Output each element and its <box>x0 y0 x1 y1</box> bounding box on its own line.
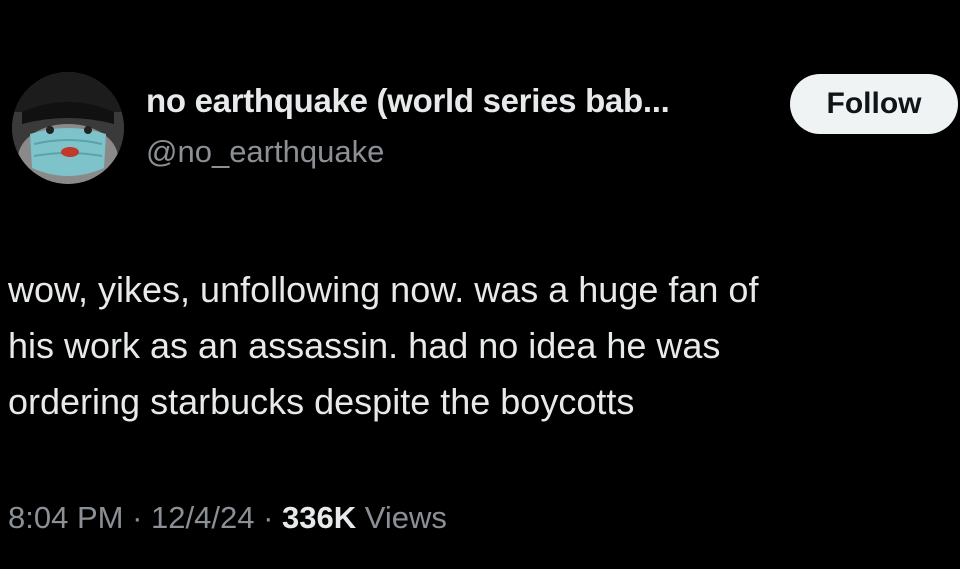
tweet-line: wow, yikes, unfollowing now. was a huge … <box>8 269 759 310</box>
user-handle[interactable]: @no_earthquake <box>146 134 384 170</box>
avatar[interactable] <box>12 72 124 184</box>
tweet-line: his work as an assassin. had no idea he … <box>8 325 721 366</box>
views-count: 336K <box>282 500 357 535</box>
tweet-text: wow, yikes, unfollowing now. was a huge … <box>8 262 948 430</box>
follow-button[interactable]: Follow <box>790 74 958 134</box>
display-name[interactable]: no earthquake (world series bab... <box>146 82 670 120</box>
tweet-meta: 8:04 PM · 12/4/24 · 336K Views <box>8 500 447 536</box>
tweet-date[interactable]: 12/4/24 <box>151 500 254 535</box>
masked-face-avatar-icon <box>12 72 124 184</box>
views-label: Views <box>364 500 447 535</box>
meta-separator: · <box>254 500 283 535</box>
tweet-line: ordering starbucks despite the boycotts <box>8 381 635 422</box>
meta-separator: · <box>123 500 152 535</box>
tweet-time[interactable]: 8:04 PM <box>8 500 123 535</box>
